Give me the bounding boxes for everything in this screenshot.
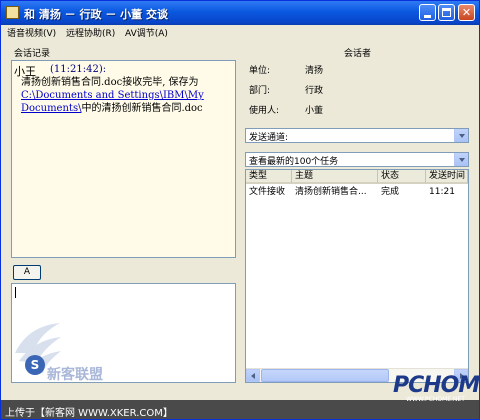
title-bar[interactable]: 和 清扬 － 行政 － 小董 交谈 ✕ <box>1 1 479 25</box>
maximize-icon <box>442 8 451 17</box>
cell-time: 11:21 <box>429 187 455 197</box>
chat-history-label: 会话记录 <box>14 49 51 59</box>
message-text: 清扬创新销售合同.doc接收完毕, 保存为 <box>21 77 199 88</box>
cell-type: 文件接收 <box>249 187 286 197</box>
chevron-down-icon[interactable] <box>454 153 468 166</box>
message-body: 清扬创新销售合同.doc接收完毕, 保存为 C:\Documents and S… <box>21 76 231 115</box>
send-channel-select[interactable]: 发送通道: <box>245 128 469 143</box>
upload-watermark-text: 上传于【新客网 WWW.XKER.COM】 <box>5 408 173 419</box>
chevron-down-icon[interactable] <box>454 129 468 142</box>
column-header-status[interactable]: 状态 <box>378 170 426 184</box>
app-icon <box>6 6 19 19</box>
chat-window: 和 清扬 － 行政 － 小董 交谈 ✕ 语音视频(V) 远程协助(R) AV调节… <box>0 0 480 420</box>
dept-label: 部门: <box>249 86 271 96</box>
scroll-left-icon[interactable] <box>246 369 260 382</box>
pchome-watermark: PCHOME <box>393 373 480 398</box>
maximize-button[interactable] <box>438 4 455 21</box>
cell-subject: 清扬创新销售合... <box>295 187 367 197</box>
menu-remote-assist[interactable]: 远程协助(R) <box>66 26 115 39</box>
column-header-type[interactable]: 类型 <box>246 170 292 184</box>
message-time: (11:21:42): <box>50 64 107 75</box>
close-icon: ✕ <box>461 6 472 19</box>
pchome-url: WWW.PCHOME.NET <box>406 396 465 403</box>
text-caret <box>15 287 16 298</box>
user-label: 使用人: <box>249 106 280 116</box>
column-header-subject[interactable]: 主题 <box>292 170 378 184</box>
menu-av-adjust[interactable]: AV调节(A) <box>125 26 168 39</box>
message-tail: 中的清扬创新销售合同.doc <box>81 103 203 114</box>
xinke-watermark-logo: S 新客联盟 <box>15 323 103 383</box>
cell-status: 完成 <box>381 187 400 197</box>
minimize-icon <box>424 15 431 18</box>
font-button[interactable]: A <box>13 265 41 280</box>
close-button[interactable]: ✕ <box>458 4 475 21</box>
unit-label: 单位: <box>249 66 271 76</box>
send-channel-value: 发送通道: <box>249 133 289 143</box>
column-header-time[interactable]: 发送时间 <box>426 170 468 184</box>
menu-bar: 语音视频(V) 远程协助(R) AV调节(A) <box>1 25 479 40</box>
task-list[interactable]: 类型 主题 状态 发送时间 文件接收 清扬创新销售合... 完成 11:21 <box>245 169 469 383</box>
dept-value: 行政 <box>305 86 324 96</box>
task-filter-value: 查看最新的100个任务 <box>249 157 339 167</box>
menu-voice-video[interactable]: 语音视频(V) <box>7 26 56 39</box>
user-value: 小董 <box>305 106 324 116</box>
window-title: 和 清扬 － 行政 － 小董 交谈 <box>24 8 168 21</box>
chat-history[interactable]: 小王 (11:21:42): 清扬创新销售合同.doc接收完毕, 保存为 C:\… <box>11 60 236 258</box>
minimize-button[interactable] <box>419 4 436 21</box>
scroll-thumb[interactable] <box>261 369 389 382</box>
watermark-logo-text: 新客联盟 <box>47 366 103 383</box>
contact-group-label: 会话者 <box>344 49 372 59</box>
svg-text:S: S <box>31 358 40 372</box>
unit-value: 清扬 <box>305 66 324 76</box>
task-filter-select[interactable]: 查看最新的100个任务 <box>245 152 469 167</box>
